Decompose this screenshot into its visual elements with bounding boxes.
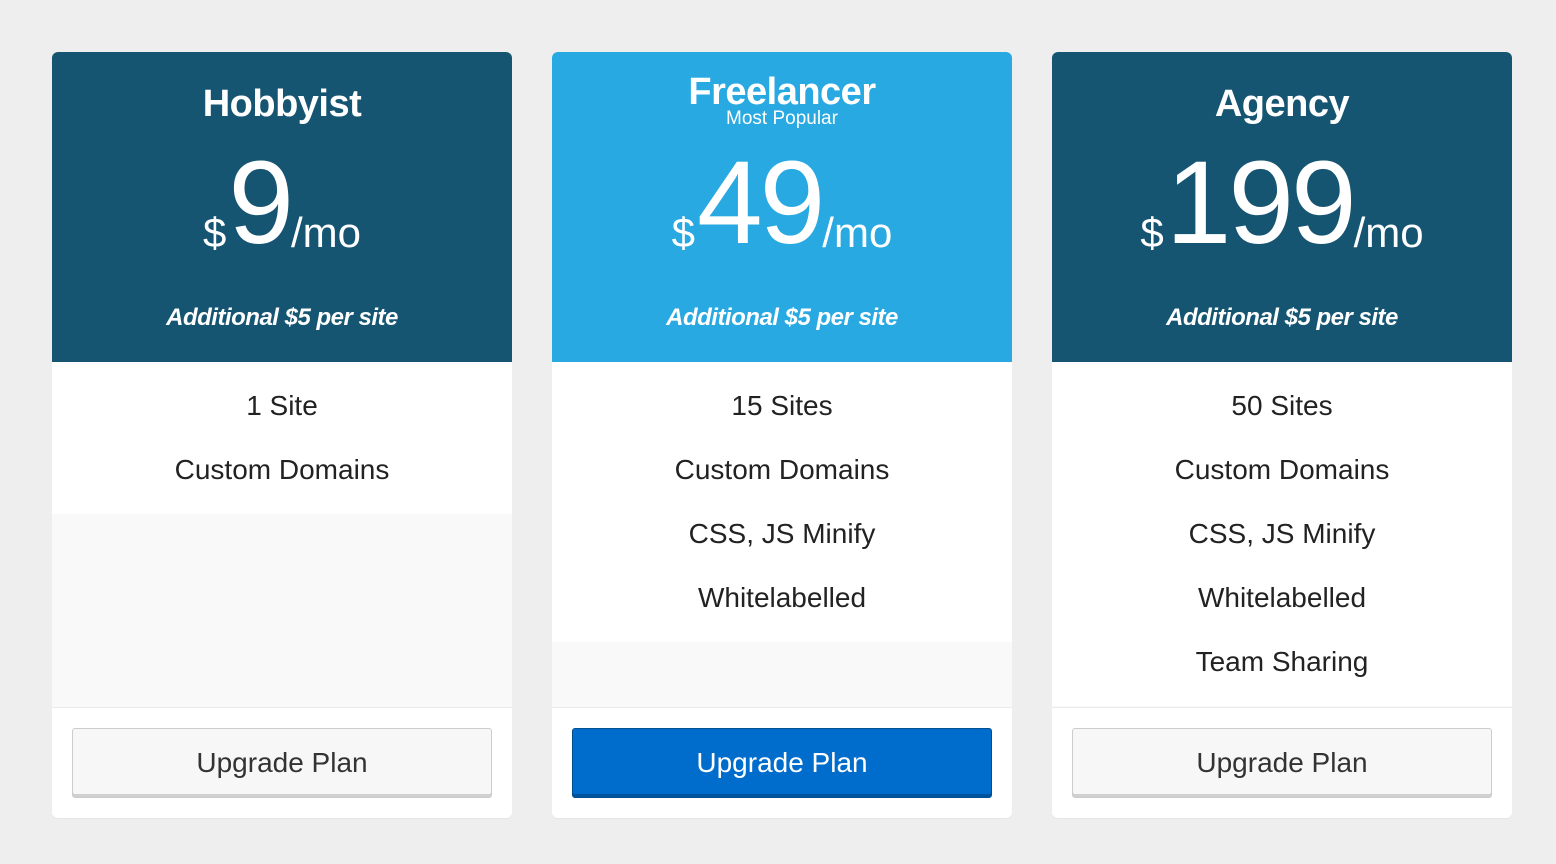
feature-item: Whitelabelled (1052, 566, 1512, 630)
plan-note: Additional $5 per site (666, 304, 898, 331)
feature-list: 15 Sites Custom Domains CSS, JS Minify W… (552, 362, 1012, 707)
plan-card-hobbyist: Hobbyist $ 9 /mo Additional $5 per site … (52, 52, 512, 818)
upgrade-plan-button[interactable]: Upgrade Plan (572, 728, 992, 798)
plan-header: Agency $ 199 /mo Additional $5 per site (1052, 52, 1512, 362)
pricing-plans: Hobbyist $ 9 /mo Additional $5 per site … (52, 52, 1512, 818)
feature-item: Custom Domains (552, 438, 1012, 502)
feature-item: CSS, JS Minify (552, 502, 1012, 566)
plan-name: Hobbyist (202, 83, 362, 125)
feature-item: Whitelabelled (552, 566, 1012, 642)
plan-header: Hobbyist $ 9 /mo Additional $5 per site (52, 52, 512, 362)
plan-card-agency: Agency $ 199 /mo Additional $5 per site … (1052, 52, 1512, 818)
price-period: /mo (1353, 209, 1424, 256)
feature-item: Custom Domains (52, 438, 512, 514)
price-currency: $ (1140, 209, 1164, 256)
price-amount: 199 (1165, 137, 1357, 269)
most-popular-badge: Most Popular (726, 108, 838, 129)
plan-card-freelancer: Freelancer Most Popular $ 49 /mo Additio… (552, 52, 1012, 818)
plan-header: Freelancer Most Popular $ 49 /mo Additio… (552, 52, 1012, 362)
price-amount: 49 (697, 137, 825, 269)
price-amount: 9 (228, 137, 294, 269)
feature-item: CSS, JS Minify (1052, 502, 1512, 566)
price-period: /mo (290, 209, 361, 256)
plan-note: Additional $5 per site (166, 304, 398, 331)
plan-name: Agency (1214, 83, 1350, 125)
feature-list: 1 Site Custom Domains (52, 362, 512, 707)
feature-item: Custom Domains (1052, 438, 1512, 502)
feature-item: 1 Site (52, 362, 512, 438)
plan-price: $ 199 /mo (1052, 144, 1512, 264)
plan-note: Additional $5 per site (1166, 304, 1398, 331)
feature-item: 15 Sites (552, 362, 1012, 438)
plan-price: $ 9 /mo (52, 144, 512, 264)
price-currency: $ (202, 209, 227, 256)
feature-item: 50 Sites (1052, 362, 1512, 438)
plan-footer: Upgrade Plan (52, 707, 512, 818)
upgrade-plan-button[interactable]: Upgrade Plan (72, 728, 492, 798)
plan-price: $ 49 /mo (552, 144, 1012, 264)
price-period: /mo (822, 209, 893, 256)
plan-footer: Upgrade Plan (552, 707, 1012, 818)
upgrade-plan-button[interactable]: Upgrade Plan (1072, 728, 1492, 798)
feature-item: Team Sharing (1052, 630, 1512, 706)
feature-list: 50 Sites Custom Domains CSS, JS Minify W… (1052, 362, 1512, 707)
price-currency: $ (671, 209, 696, 256)
plan-footer: Upgrade Plan (1052, 707, 1512, 818)
